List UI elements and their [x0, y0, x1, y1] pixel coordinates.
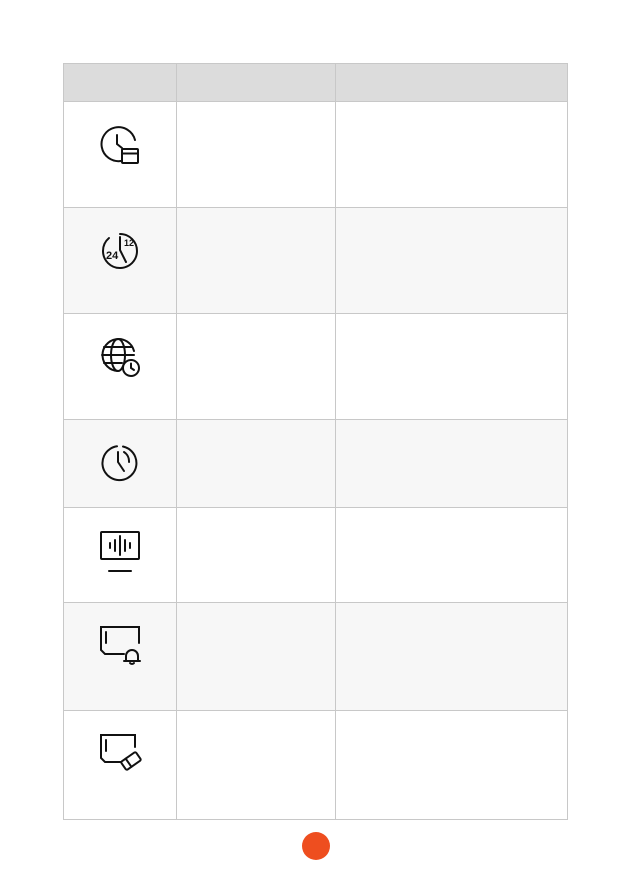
table-row — [63, 313, 568, 420]
settings-table: 24 12 — [63, 63, 568, 820]
clock-24-12-icon: 24 12 — [101, 233, 138, 269]
table-row: 24 12 — [63, 207, 568, 314]
table-row — [63, 419, 568, 508]
setting-name — [176, 507, 336, 603]
table-header-row — [63, 63, 568, 102]
header-description — [335, 63, 568, 102]
setting-name — [176, 207, 336, 314]
table-row — [63, 507, 568, 603]
screen-bell-icon — [100, 626, 141, 665]
setting-name — [176, 313, 336, 420]
monitor-sound-wave-icon — [100, 531, 140, 572]
setting-name — [176, 710, 336, 820]
setting-name — [176, 602, 336, 711]
screen-eraser-icon — [100, 734, 142, 771]
setting-name — [176, 101, 336, 208]
setting-description — [335, 710, 568, 820]
clock-sync-icon — [101, 445, 138, 482]
page-marker-dot — [302, 832, 330, 860]
table-row — [63, 602, 568, 711]
table-row — [63, 710, 568, 820]
setting-description — [335, 419, 568, 508]
setting-description — [335, 507, 568, 603]
setting-description — [335, 313, 568, 420]
setting-description — [335, 101, 568, 208]
clock-calendar-icon — [100, 126, 139, 164]
setting-description — [335, 602, 568, 711]
svg-text:12: 12 — [124, 238, 134, 248]
header-icon — [63, 63, 177, 102]
table-row — [63, 101, 568, 208]
setting-name — [176, 419, 336, 508]
svg-text:24: 24 — [106, 250, 119, 262]
header-name — [176, 63, 336, 102]
setting-description — [335, 207, 568, 314]
globe-clock-icon — [101, 338, 140, 377]
